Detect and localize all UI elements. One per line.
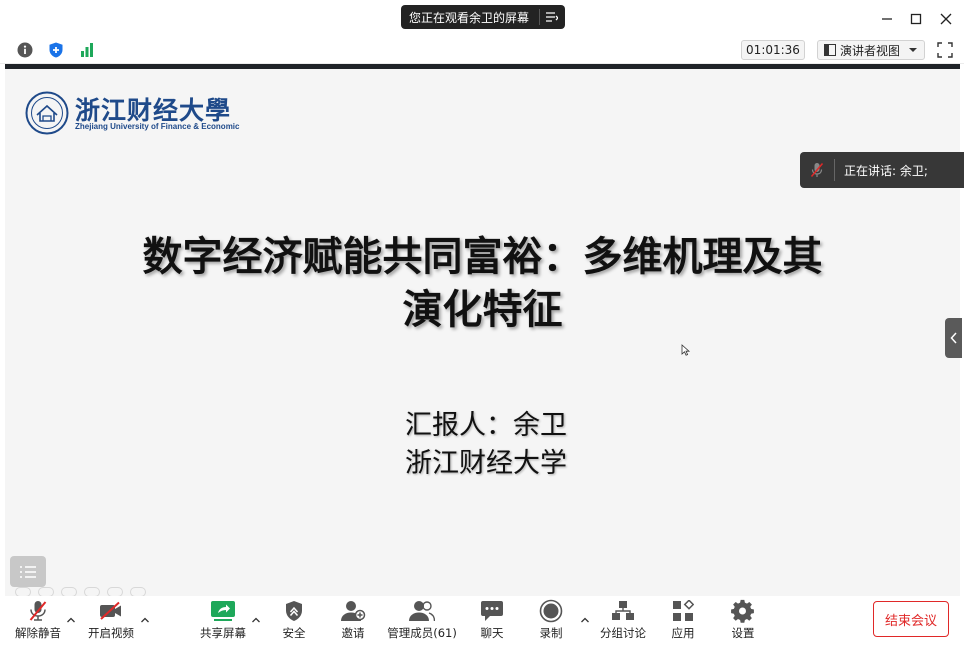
chat-button[interactable]: 聊天 [478,598,506,642]
share-options-chevron-icon[interactable] [251,610,261,623]
slide-list-button[interactable] [10,556,46,587]
invite-label: 邀请 [341,626,365,640]
logo-english-name: Zhejiang University of Finance & Economi… [75,122,240,131]
record-icon [537,598,565,624]
start-video-label: 开启视频 [88,626,134,640]
breakout-rooms-button[interactable]: 分组讨论 [598,598,648,642]
share-screen-label: 共享屏幕 [200,626,246,640]
signal-icon[interactable] [79,42,95,58]
unmute-label: 解除静音 [15,626,61,640]
university-logo: 浙江财经大學 Zhejiang University of Finance & … [25,91,245,136]
viewing-share-banner[interactable]: 您正在观看余卫的屏幕 [401,5,565,29]
meeting-info-bar: 01:01:36 演讲者视图 [0,36,964,64]
shield-icon[interactable] [48,42,64,58]
end-meeting-button[interactable]: 结束会议 [873,601,949,637]
audio-options-chevron-icon[interactable] [66,610,76,623]
breakout-rooms-label: 分组讨论 [600,626,646,640]
shared-slide: 浙江财经大學 Zhejiang University of Finance & … [5,69,960,596]
share-banner-text: 您正在观看余卫的屏幕 [409,10,530,25]
security-button[interactable]: 安全 [280,598,308,642]
participants-label: 管理成员(61) [387,626,457,640]
participants-button[interactable]: 管理成员(61) [387,598,457,642]
faint-icon [107,587,123,596]
faint-icon [130,587,146,596]
university-seal-icon [25,91,69,135]
apps-label: 应用 [671,626,695,640]
settings-label: 设置 [731,626,755,640]
chevron-down-icon [909,47,918,53]
maximize-icon[interactable] [905,8,927,30]
security-label: 安全 [282,626,306,640]
faint-icon [38,587,54,596]
participants-icon [408,598,436,624]
banner-menu-icon[interactable] [540,5,564,29]
meeting-window: 您正在观看余卫的屏幕 01:01:36 演讲者视图 浙江财经大學 Zhejian… [0,0,964,646]
expand-panel-tab[interactable] [945,318,962,358]
gear-icon [729,598,757,624]
record-button[interactable]: 录制 [537,598,565,642]
unmute-button[interactable]: 解除静音 [14,598,62,642]
view-mode-label: 演讲者视图 [840,43,901,58]
presenter-affiliation: 浙江财经大学 [405,448,567,479]
chevron-left-icon [949,332,957,344]
presenter-name: 汇报人：余卫 [405,410,567,441]
record-options-chevron-icon[interactable] [580,610,590,623]
close-icon[interactable] [935,8,957,30]
chat-label: 聊天 [480,626,504,640]
apps-button[interactable]: 应用 [669,598,697,642]
faint-annotation-icons [15,587,155,596]
meeting-timer: 01:01:36 [741,40,805,60]
view-layout-icon [824,44,836,56]
list-icon [20,565,36,578]
security-shield-icon [280,598,308,624]
fullscreen-icon[interactable] [937,42,953,58]
share-screen-icon [209,598,237,624]
faint-icon [15,587,31,596]
active-speaker-indicator: 正在讲话: 余卫; [800,152,964,188]
mic-muted-icon [800,162,834,178]
view-mode-button[interactable]: 演讲者视图 [817,40,925,60]
info-icon[interactable] [17,42,33,58]
apps-icon [669,598,697,624]
settings-button[interactable]: 设置 [729,598,757,642]
meeting-controls-bar: 解除静音 开启视频 共享屏幕 安全 邀请 管理成员(61) 聊天 录制 分组讨论… [0,596,964,646]
slide-title-line-1: 数字经济赋能共同富裕：多维机理及其 [142,234,823,280]
chat-bubble-icon [478,598,506,624]
invite-button[interactable]: 邀请 [339,598,367,642]
share-screen-button[interactable]: 共享屏幕 [198,598,248,642]
video-off-icon [97,598,125,624]
title-bar: 您正在观看余卫的屏幕 [0,0,964,36]
video-options-chevron-icon[interactable] [140,610,150,623]
start-video-button[interactable]: 开启视频 [86,598,136,642]
add-user-icon [339,598,367,624]
active-speaker-label: 正在讲话: 余卫; [844,163,928,178]
mic-muted-icon [24,598,52,624]
minimize-icon[interactable] [876,8,898,30]
presenter-block: 汇报人：余卫 浙江财经大学 [405,407,567,483]
slide-title: 数字经济赋能共同富裕：多维机理及其 演化特征 [65,231,900,337]
mouse-cursor-icon [681,344,691,356]
record-label: 录制 [539,626,563,640]
slide-title-line-2: 演化特征 [402,287,563,333]
faint-icon [61,587,77,596]
breakout-rooms-icon [609,598,637,624]
faint-icon [84,587,100,596]
